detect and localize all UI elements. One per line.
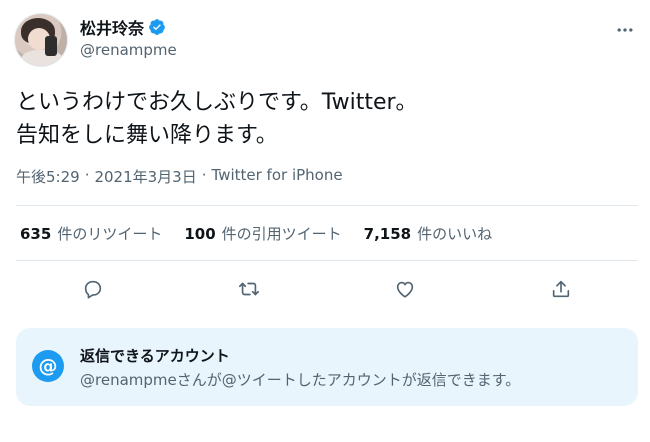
reply-restriction-title: 返信できるアカウント — [80, 347, 230, 365]
tweet-meta: 午後5:29 · 2021年3月3日 · Twitter for iPhone — [16, 166, 343, 187]
tweet-header: 松井玲奈 @renampme — [14, 13, 636, 67]
tweet-source[interactable]: Twitter for iPhone — [212, 166, 343, 187]
reply-restriction-description: @renampmeさんが@ツイートしたアカウントが返信できます。 — [80, 371, 521, 389]
tweet-date[interactable]: 2021年3月3日 — [94, 166, 196, 187]
user-handle[interactable]: @renampme — [80, 41, 177, 59]
quote-tweet-count[interactable]: 100 件の引用ツイート — [184, 223, 341, 244]
user-names: 松井玲奈 @renampme — [80, 16, 177, 59]
verified-badge-icon — [149, 19, 165, 35]
divider — [16, 260, 638, 261]
tweet-text-line: というわけでお久しぶりです。Twitter。 — [16, 90, 418, 115]
retweet-icon[interactable] — [236, 276, 262, 302]
tweet-text-line: 告知をしに舞い降ります。 — [16, 123, 278, 148]
reply-icon[interactable] — [80, 276, 106, 302]
tweet-time[interactable]: 午後5:29 — [16, 166, 80, 187]
divider — [16, 205, 638, 206]
retweet-count[interactable]: 635 件のリツイート — [20, 223, 162, 244]
meta-separator: · — [201, 166, 207, 184]
tweet-actions — [16, 270, 638, 306]
share-icon[interactable] — [548, 276, 574, 302]
at-sign-icon: @ — [32, 350, 64, 382]
meta-separator: · — [84, 166, 90, 184]
tweet-stats: 635 件のリツイート 100 件の引用ツイート 7,158 件のいいね — [20, 223, 492, 244]
display-name[interactable]: 松井玲奈 — [80, 15, 144, 39]
avatar[interactable] — [14, 13, 68, 67]
more-options-icon[interactable] — [614, 19, 636, 41]
reply-restriction-box: @ 返信できるアカウント @renampmeさんが@ツイートしたアカウントが返信… — [16, 328, 638, 406]
like-icon[interactable] — [392, 276, 418, 302]
like-count[interactable]: 7,158 件のいいね — [364, 223, 492, 244]
tweet-text: というわけでお久しぶりです。Twitter。 告知をしに舞い降ります。 — [16, 86, 636, 152]
